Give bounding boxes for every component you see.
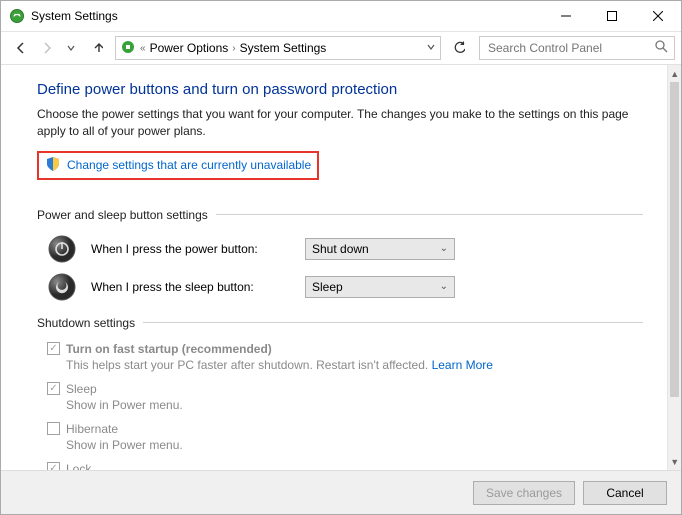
address-bar[interactable]: « Power Options › System Settings <box>115 36 441 60</box>
page-title: Define power buttons and turn on passwor… <box>37 81 643 98</box>
cancel-button[interactable]: Cancel <box>583 481 667 505</box>
chevron-down-icon: ⌄ <box>440 243 448 254</box>
lock-option: ✓ Lock Show in account picture menu. <box>47 462 643 470</box>
hibernate-title: Hibernate <box>66 422 118 436</box>
save-button[interactable]: Save changes <box>473 481 575 505</box>
minimize-button[interactable] <box>543 1 589 31</box>
chevron-right-icon: › <box>232 43 235 54</box>
scroll-down-button[interactable]: ▼ <box>668 453 681 470</box>
content-area: Define power buttons and turn on passwor… <box>1 65 667 470</box>
sleep-title: Sleep <box>66 382 97 396</box>
change-settings-highlight: Change settings that are currently unava… <box>37 151 319 180</box>
scroll-thumb[interactable] <box>670 82 679 397</box>
control-panel-icon <box>120 39 136 58</box>
group-button-settings: Power and sleep button settings <box>37 208 643 222</box>
search-box[interactable] <box>479 36 675 60</box>
sleep-option: ✓ Sleep Show in Power menu. <box>47 382 643 412</box>
fast-startup-desc: This helps start your PC faster after sh… <box>66 358 643 372</box>
group-button-settings-label: Power and sleep button settings <box>37 208 208 222</box>
scroll-up-button[interactable]: ▲ <box>668 65 681 82</box>
divider <box>216 214 644 215</box>
power-icon <box>47 234 77 264</box>
address-dropdown-icon[interactable] <box>426 41 436 55</box>
sleep-button-select[interactable]: Sleep ⌄ <box>305 276 455 298</box>
divider <box>143 322 643 323</box>
power-button-select[interactable]: Shut down ⌄ <box>305 238 455 260</box>
chevron-left-icon: « <box>140 43 146 54</box>
vertical-scrollbar[interactable]: ▲ ▼ <box>667 65 681 470</box>
hibernate-checkbox <box>47 422 60 435</box>
learn-more-link[interactable]: Learn More <box>432 358 493 372</box>
fast-startup-checkbox: ✓ <box>47 342 60 355</box>
nav-forward-button[interactable] <box>33 36 57 60</box>
app-icon <box>9 8 25 24</box>
search-icon <box>655 40 668 56</box>
shield-icon <box>45 156 61 175</box>
scroll-track[interactable] <box>668 82 681 453</box>
sleep-button-value: Sleep <box>312 280 343 294</box>
maximize-button[interactable] <box>589 1 635 31</box>
sleep-desc: Show in Power menu. <box>66 398 643 412</box>
chevron-down-icon: ⌄ <box>440 281 448 292</box>
power-button-row: When I press the power button: Shut down… <box>47 234 643 264</box>
footer: Save changes Cancel <box>1 470 681 514</box>
lock-title: Lock <box>66 462 91 470</box>
nav-back-button[interactable] <box>7 36 31 60</box>
hibernate-desc: Show in Power menu. <box>66 438 643 452</box>
titlebar: System Settings <box>1 1 681 31</box>
sleep-checkbox: ✓ <box>47 382 60 395</box>
breadcrumb-system-settings[interactable]: System Settings <box>240 41 327 55</box>
page-intro: Choose the power settings that you want … <box>37 106 643 141</box>
lock-checkbox: ✓ <box>47 462 60 470</box>
power-button-label: When I press the power button: <box>91 242 291 256</box>
refresh-button[interactable] <box>447 36 471 60</box>
power-button-value: Shut down <box>312 242 369 256</box>
search-input[interactable] <box>486 40 655 56</box>
window-title: System Settings <box>31 9 543 23</box>
fast-startup-option: ✓ Turn on fast startup (recommended) Thi… <box>47 342 643 372</box>
nav-recent-button[interactable] <box>59 36 83 60</box>
nav-up-button[interactable] <box>85 36 109 60</box>
sleep-icon <box>47 272 77 302</box>
sleep-button-label: When I press the sleep button: <box>91 280 291 294</box>
change-settings-link[interactable]: Change settings that are currently unava… <box>67 158 311 172</box>
sleep-button-row: When I press the sleep button: Sleep ⌄ <box>47 272 643 302</box>
breadcrumb-power-options[interactable]: Power Options <box>150 41 229 55</box>
fast-startup-title: Turn on fast startup (recommended) <box>66 342 272 356</box>
group-shutdown-settings-label: Shutdown settings <box>37 316 135 330</box>
group-shutdown-settings: Shutdown settings <box>37 316 643 330</box>
hibernate-option: Hibernate Show in Power menu. <box>47 422 643 452</box>
close-button[interactable] <box>635 1 681 31</box>
navbar: « Power Options › System Settings <box>1 31 681 65</box>
